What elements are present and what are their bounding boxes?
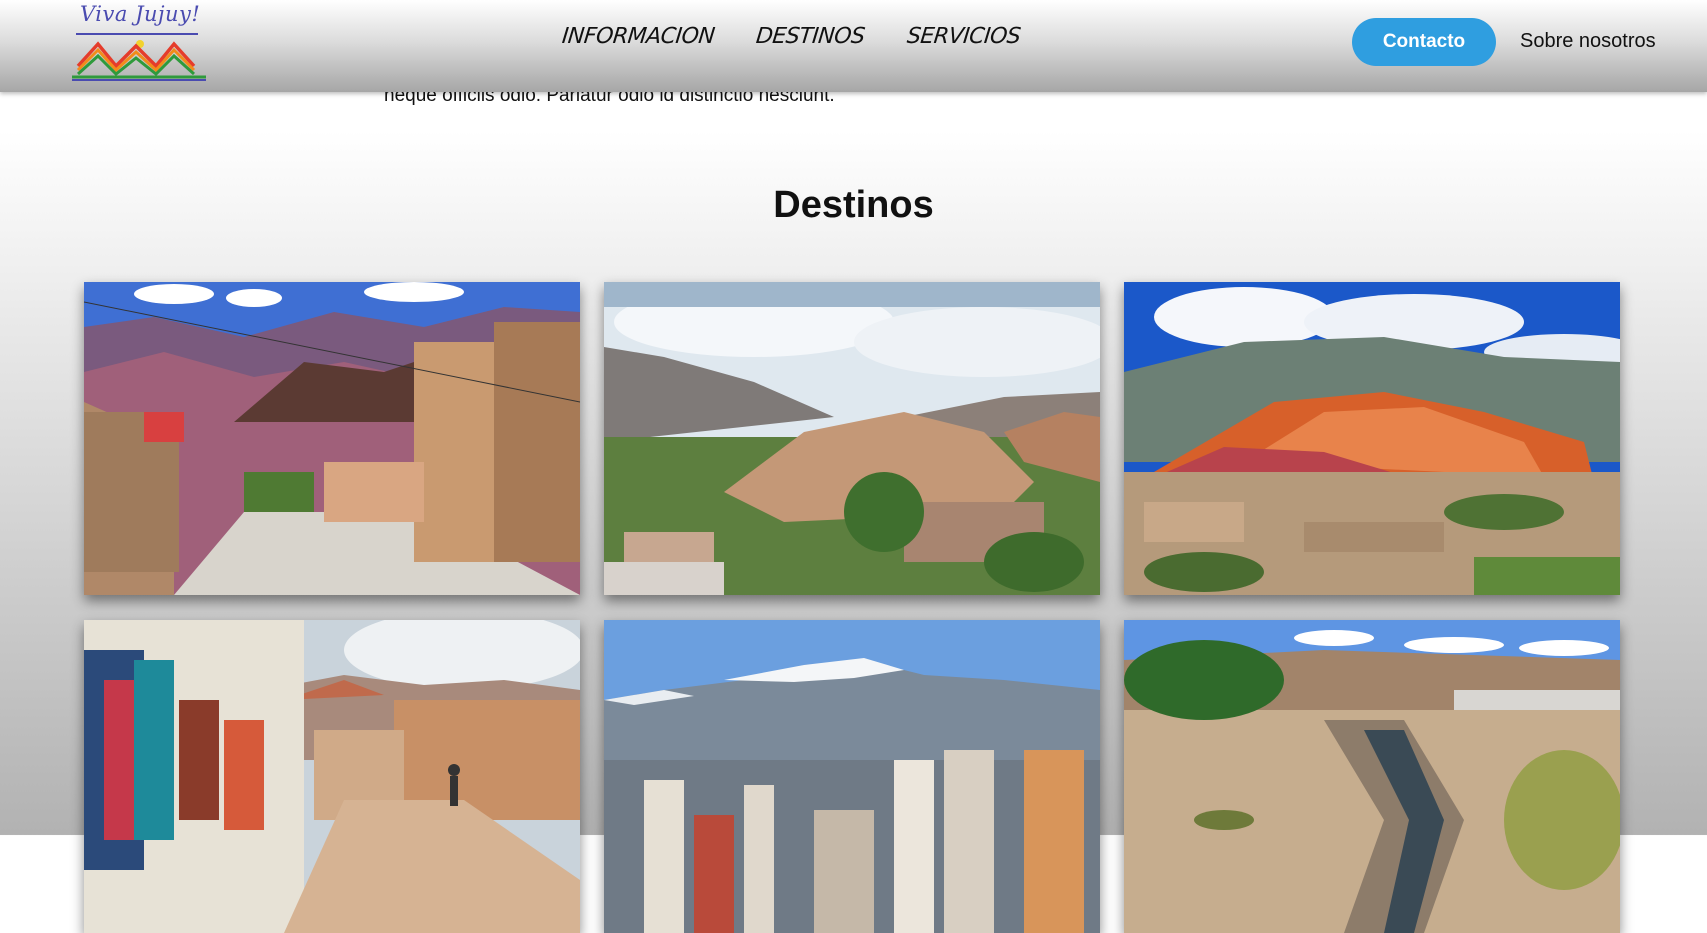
viva-jujuy-logo[interactable]: Viva Jujuy! xyxy=(70,2,210,82)
logo-text: Viva Jujuy! xyxy=(80,2,201,26)
destination-card-5[interactable] xyxy=(604,620,1100,933)
mountains-logo-icon xyxy=(72,33,206,81)
nav-informacion[interactable]: INFORMACION xyxy=(561,24,716,49)
destination-card-4[interactable] xyxy=(84,620,580,933)
contact-button[interactable]: Contacto xyxy=(1352,18,1496,66)
main-nav: INFORMACION DESTINOS SERVICIOS xyxy=(561,24,1022,49)
valley-town-photo xyxy=(604,282,1100,595)
destination-card-1[interactable] xyxy=(84,282,580,595)
destination-card-3[interactable] xyxy=(1124,282,1620,595)
seven-colors-hill-photo xyxy=(1124,282,1620,595)
artisan-market-street-photo xyxy=(84,620,580,933)
dry-river-photo xyxy=(1124,620,1620,933)
destination-card-6[interactable] xyxy=(1124,620,1620,933)
nav-destinos[interactable]: DESTINOS xyxy=(755,24,866,49)
section-title-destinos: Destinos xyxy=(773,184,934,226)
street-mountains-photo xyxy=(84,282,580,595)
nav-servicios[interactable]: SERVICIOS xyxy=(906,24,1022,49)
city-snowy-mountain-photo xyxy=(604,620,1100,933)
about-us-link[interactable]: Sobre nosotros xyxy=(1520,30,1656,53)
site-header: Viva Jujuy! INFORMACION DESTINOS SERVICI… xyxy=(0,0,1707,92)
destination-card-2[interactable] xyxy=(604,282,1100,595)
